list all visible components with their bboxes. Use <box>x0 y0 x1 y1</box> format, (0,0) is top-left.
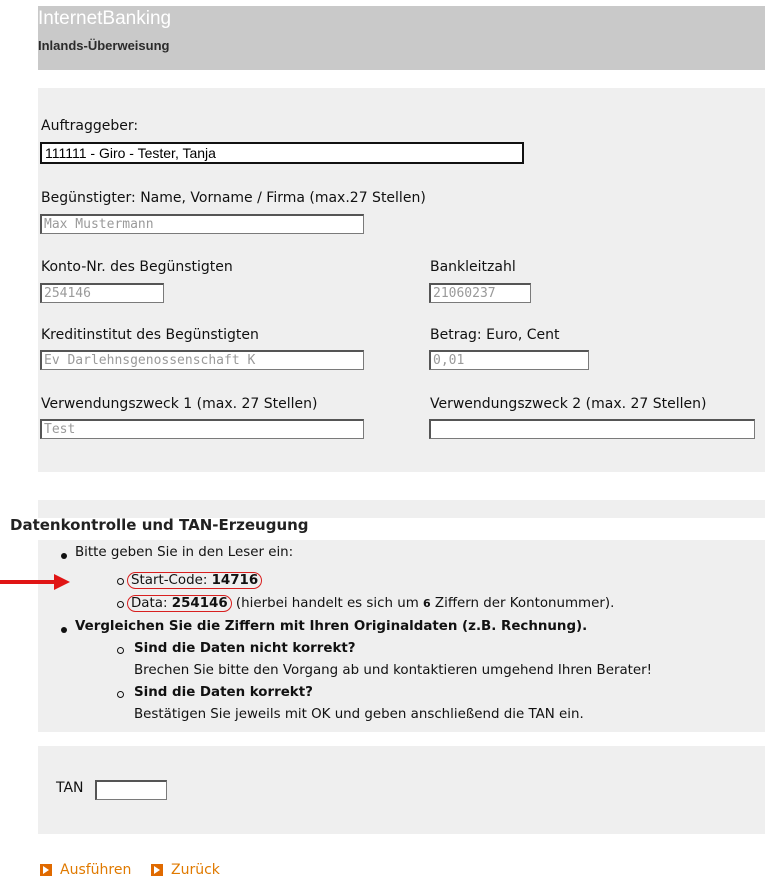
execute-label: Ausführen <box>60 862 132 878</box>
zweck2-label: Verwendungszweck 2 (max. 27 Stellen) <box>430 396 707 412</box>
back-button[interactable]: Zurück <box>151 862 220 878</box>
correct-question: Sind die Daten korrekt? <box>134 685 313 700</box>
kreditinstitut-input[interactable]: Ev Darlehnsgenossenschaft K <box>40 350 364 370</box>
blz-label: Bankleitzahl <box>430 259 516 275</box>
circle-bullet-icon <box>117 578 124 585</box>
instruction-text: Bitte geben Sie in den Leser ein: <box>75 545 294 560</box>
data-note-pre: (hierbei handelt es sich um <box>231 596 424 611</box>
arrow-right-icon <box>40 864 52 876</box>
arrow-right-icon <box>151 864 163 876</box>
data-note-post: Ziffern der Kontonummer). <box>430 596 615 611</box>
zweck1-label: Verwendungszweck 1 (max. 27 Stellen) <box>41 396 318 412</box>
kreditinstitut-label: Kreditinstitut des Begünstigten <box>41 327 259 343</box>
start-code-label: Start-Code: <box>131 573 212 588</box>
compare-text: Vergleichen Sie die Ziffern mit Ihren Or… <box>75 619 588 634</box>
red-arrow-icon <box>0 574 70 590</box>
start-code-highlight: Start-Code: 14716 <box>127 572 263 589</box>
zweck1-input[interactable]: Test <box>40 419 364 439</box>
betrag-input[interactable]: 0,01 <box>429 350 589 370</box>
incorrect-answer: Brechen Sie bitte den Vorgang ab und kon… <box>134 663 653 678</box>
instruction-panel <box>38 540 765 732</box>
auftraggeber-select[interactable]: 111111 - Giro - Tester, Tanja <box>40 142 524 164</box>
zweck2-input[interactable] <box>429 419 755 439</box>
circle-bullet-icon <box>117 601 124 608</box>
incorrect-question: Sind die Daten nicht korrekt? <box>134 641 356 656</box>
correct-answer: Bestätigen Sie jeweils mit OK und geben … <box>134 707 584 722</box>
data-note-count: 6 <box>423 597 431 610</box>
bullet-icon <box>61 627 67 633</box>
back-label: Zurück <box>171 862 220 878</box>
start-code-value: 14716 <box>211 573 259 588</box>
data-highlight: Data: 254146 <box>127 595 232 612</box>
data-line: Data: 254146 (hierbei handelt es sich um… <box>127 595 615 612</box>
beguenstigter-input[interactable]: Max Mustermann <box>40 214 364 234</box>
konto-label: Konto-Nr. des Begünstigten <box>41 259 233 275</box>
section-title: Datenkontrolle und TAN-Erzeugung <box>10 516 309 534</box>
konto-input[interactable]: 254146 <box>40 283 164 303</box>
app-title: InternetBanking <box>38 8 172 29</box>
circle-bullet-icon <box>117 647 124 654</box>
page-title: Inlands-Überweisung <box>38 38 170 53</box>
data-value: 254146 <box>171 596 228 611</box>
data-label: Data: <box>131 596 172 611</box>
execute-button[interactable]: Ausführen <box>40 862 131 878</box>
auftraggeber-label: Auftraggeber: <box>41 118 139 134</box>
tan-label: TAN <box>56 780 84 796</box>
blz-input[interactable]: 21060237 <box>429 283 531 303</box>
circle-bullet-icon <box>117 691 124 698</box>
tan-input[interactable] <box>95 780 167 800</box>
beguenstigter-label: Begünstigter: Name, Vorname / Firma (max… <box>41 190 426 206</box>
betrag-label: Betrag: Euro, Cent <box>430 327 560 343</box>
bullet-icon <box>61 553 67 559</box>
page-header: InternetBanking Inlands-Überweisung <box>38 6 765 70</box>
start-code-line: Start-Code: 14716 <box>127 572 263 589</box>
